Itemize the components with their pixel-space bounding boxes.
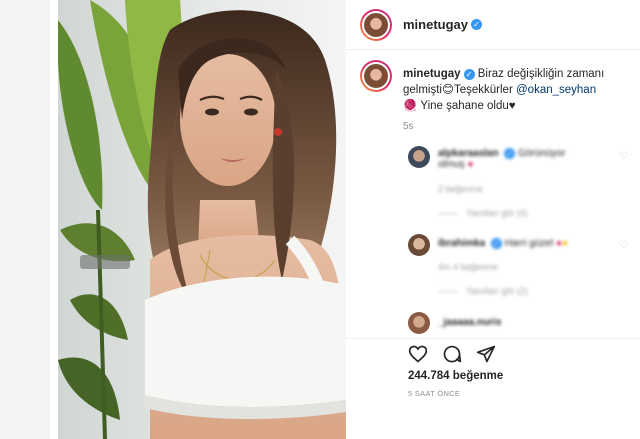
comment-2-meta: 4m 4 beğenme bbox=[438, 262, 499, 272]
hair-emoji-icon: 🧶 bbox=[403, 100, 418, 112]
post-header: minetugay ✓ bbox=[346, 0, 640, 50]
post-panel: minetugay ✓ minetugay ✓ Biraz değişikliği… bbox=[346, 0, 640, 439]
left-gutter bbox=[0, 0, 50, 439]
heart-icon[interactable] bbox=[408, 344, 428, 364]
caption-username[interactable]: minetugay bbox=[403, 68, 461, 80]
comment-1-meta: 2 beğenme bbox=[438, 184, 484, 194]
comment-1-replies[interactable]: Yanıtları gör (4) bbox=[438, 208, 528, 218]
caption-mention[interactable]: @okan_seyhan bbox=[516, 84, 596, 96]
caption-thanks: Teşekkürler bbox=[453, 84, 513, 96]
heart-emoji-icon: ♥ bbox=[508, 100, 516, 112]
comment-3-text: _jaaaaa.nuris bbox=[438, 317, 502, 328]
comment-avatar[interactable] bbox=[408, 234, 430, 256]
actions-divider bbox=[346, 338, 640, 339]
header-username[interactable]: minetugay bbox=[403, 17, 468, 32]
comment-icon[interactable] bbox=[442, 344, 462, 364]
comment-1-text: alpkaraaslan ✓ Görünüyor olmuş ● bbox=[438, 148, 566, 170]
comment-like-heart-icon[interactable]: ♡ bbox=[619, 240, 628, 251]
comment-2-replies[interactable]: Yanıtları gör (2) bbox=[438, 286, 528, 296]
post-actions bbox=[408, 344, 496, 364]
verified-badge-icon: ✓ bbox=[471, 19, 483, 30]
post-photo-image bbox=[50, 0, 346, 439]
post-timestamp[interactable]: 5 SAAT ÖNCE bbox=[408, 389, 460, 398]
caption-line2: Yine şahane oldu bbox=[420, 100, 509, 112]
comment-avatar[interactable] bbox=[408, 146, 430, 168]
post-caption: minetugay ✓ Biraz değişikliğin zamanı gel… bbox=[403, 66, 628, 114]
likes-count[interactable]: 244.784 beğenme bbox=[408, 370, 503, 382]
comment-avatar[interactable] bbox=[408, 312, 430, 334]
post-photo[interactable] bbox=[50, 0, 346, 439]
header-avatar[interactable] bbox=[360, 9, 392, 41]
comment-2-text: ibrahimka ✓ Harri güzel ●● bbox=[438, 238, 569, 249]
caption-age: 5s bbox=[403, 121, 414, 132]
comment-like-heart-icon[interactable]: ♡ bbox=[619, 151, 628, 162]
share-icon[interactable] bbox=[476, 344, 496, 364]
smile-emoji-icon: 😊 bbox=[441, 84, 454, 96]
caption-avatar[interactable] bbox=[360, 60, 392, 92]
verified-badge-icon: ✓ bbox=[463, 69, 475, 80]
